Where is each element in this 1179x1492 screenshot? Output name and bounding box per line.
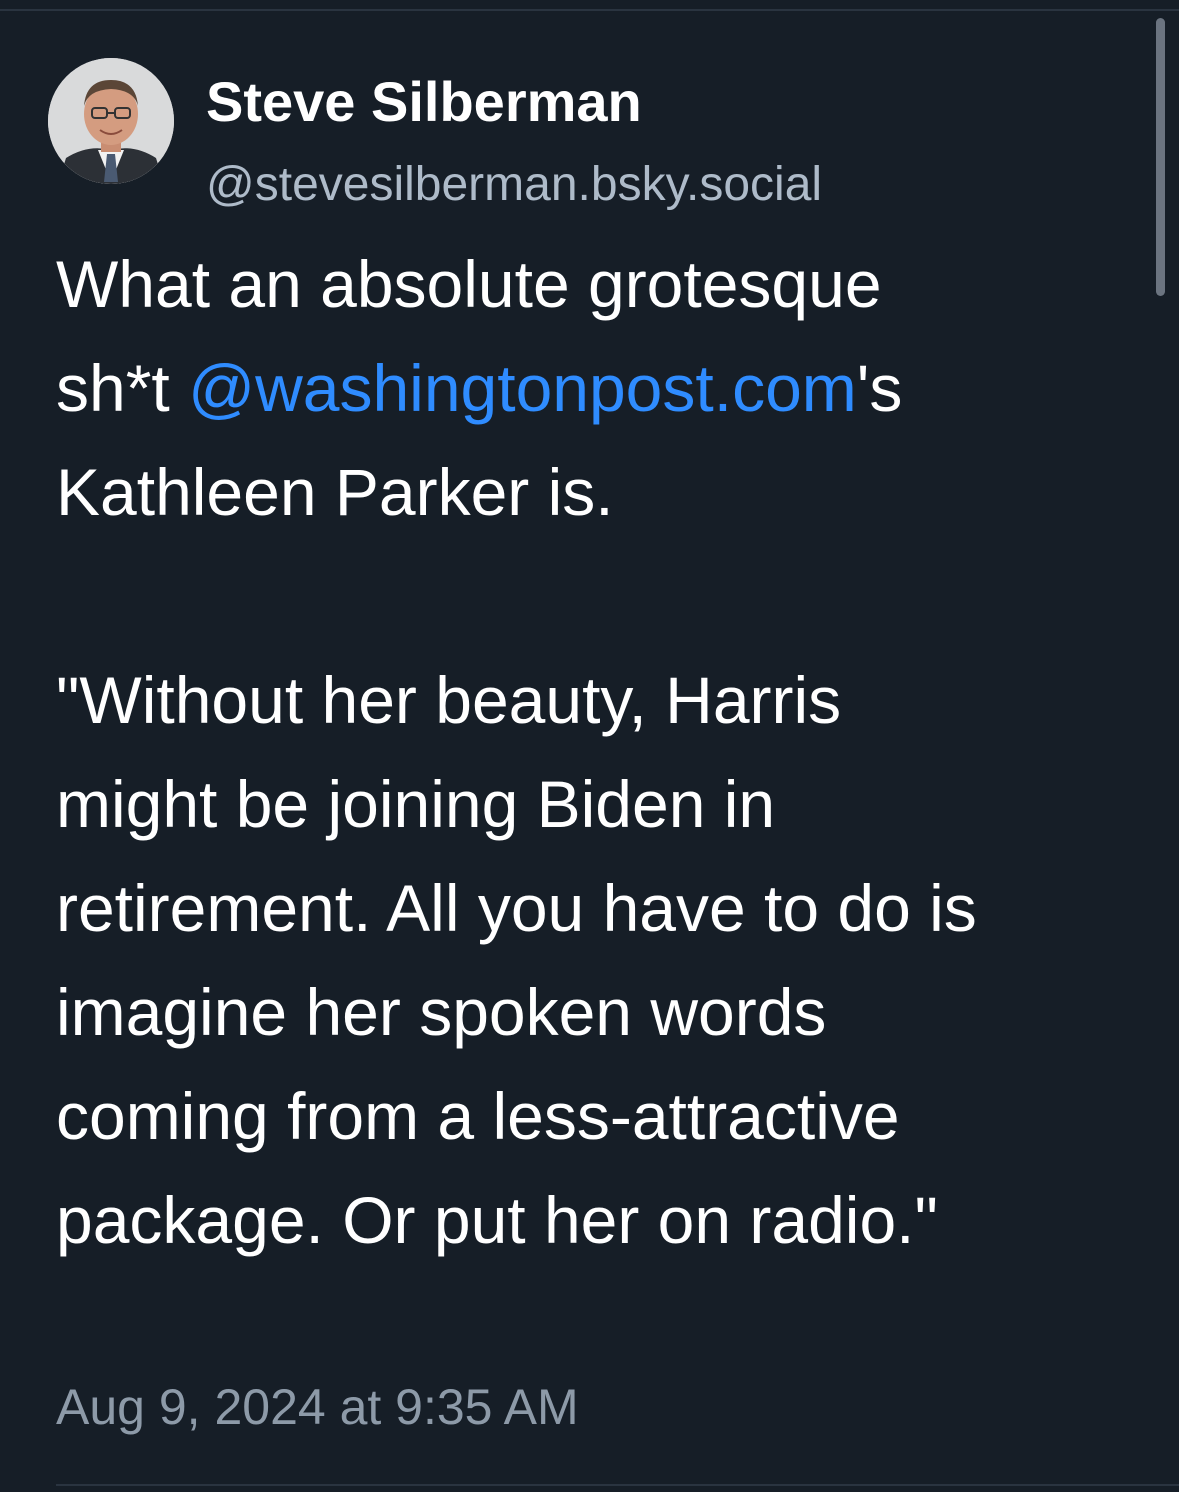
post-timestamp[interactable]: Aug 9, 2024 at 9:35 AM [56,1374,579,1440]
post-line-suffix: 's [856,351,903,425]
avatar[interactable] [48,58,174,184]
author-display-name[interactable]: Steve Silberman [206,66,642,138]
scrollbar[interactable] [1156,18,1165,296]
post-text: What an absolute grotesque sh*t @washing… [56,232,1146,1272]
mention-link[interactable]: @washingtonpost.com [188,351,857,425]
post-line: Kathleen Parker is. [56,455,614,529]
quote-line: coming from a less-attractive [56,1079,900,1153]
quote-line: might be joining Biden in [56,767,776,841]
quote-line: package. Or put her on radio." [56,1183,938,1257]
bottom-divider [56,1484,1179,1486]
post-line: sh*t @washingtonpost.com's [56,336,1146,440]
quote-line: imagine her spoken words [56,975,827,1049]
post-line: What an absolute grotesque [56,247,882,321]
quote-line: "Without her beauty, Harris [56,663,842,737]
author-handle[interactable]: @stevesilberman.bsky.social [206,154,822,216]
quote-line: retirement. All you have to do is [56,871,977,945]
top-divider [0,9,1179,11]
avatar-photo [48,58,174,184]
post-line-prefix: sh*t [56,351,189,425]
